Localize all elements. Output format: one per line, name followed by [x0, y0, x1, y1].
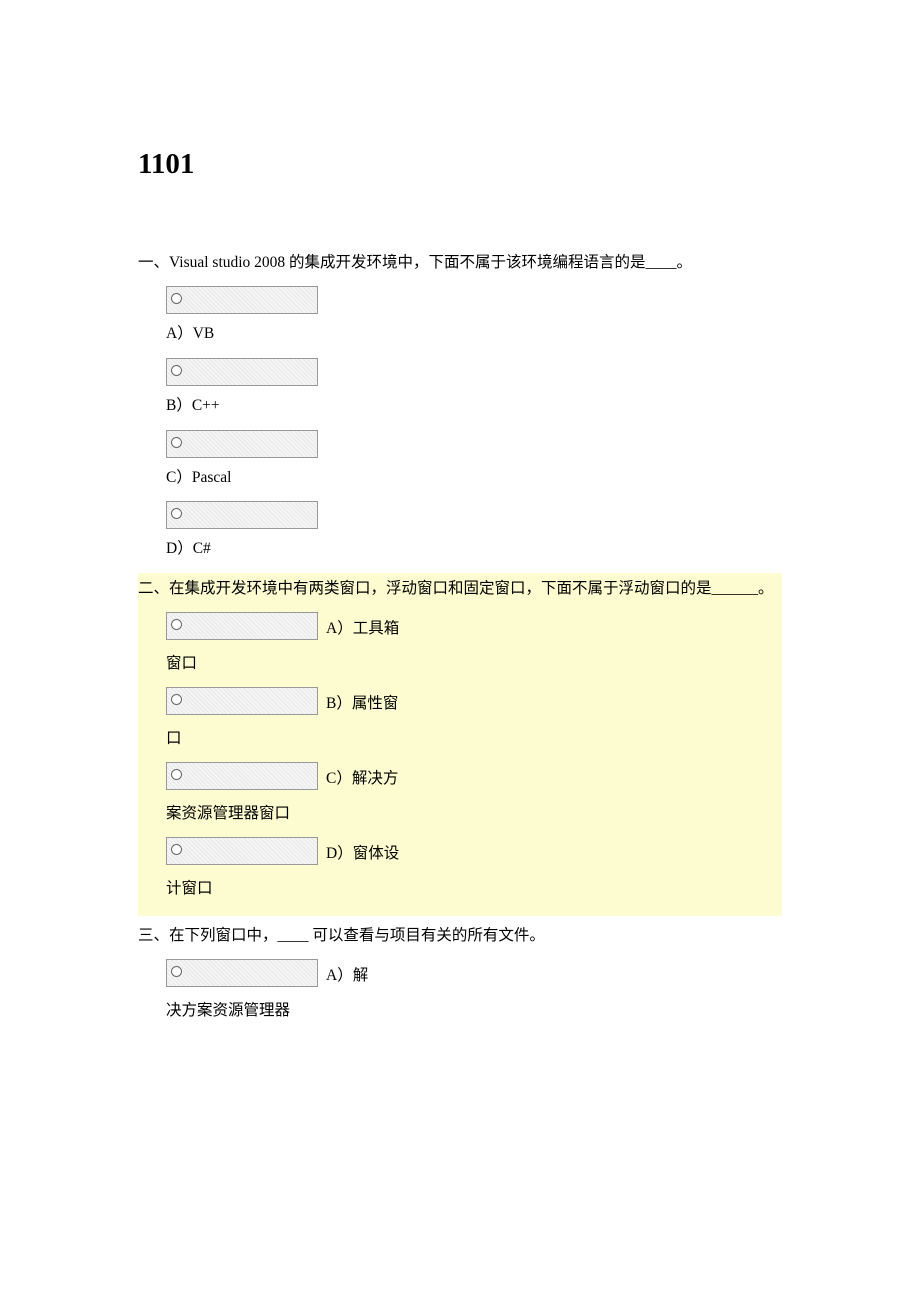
option-2d-prefix: D）窗体设: [326, 845, 399, 862]
option-2c-wrap: 案资源管理器窗口: [166, 798, 416, 829]
option-3a: A）解 决方案资源管理器: [166, 959, 386, 1026]
question-3-options: A）解 决方案资源管理器: [138, 959, 782, 1026]
option-2c: C）解决方 案资源管理器窗口: [166, 762, 416, 829]
radio-1a[interactable]: [166, 286, 318, 314]
option-1c-label: C）Pascal: [166, 464, 782, 492]
option-1c: C）Pascal: [166, 430, 782, 492]
option-2a-wrap: 窗口: [166, 648, 416, 679]
radio-dot-icon: [171, 508, 182, 519]
option-2b: B）属性窗 口: [166, 687, 416, 754]
radio-dot-icon: [171, 844, 182, 855]
question-3-text: 三、在下列窗口中，____ 可以查看与项目有关的所有文件。: [138, 924, 782, 949]
option-2c-prefix: C）解决方: [326, 770, 398, 787]
radio-2c[interactable]: [166, 762, 318, 790]
radio-1c[interactable]: [166, 430, 318, 458]
radio-dot-icon: [171, 437, 182, 448]
radio-2b[interactable]: [166, 687, 318, 715]
option-2d-wrap: 计窗口: [166, 873, 416, 904]
option-1d-label: D）C#: [166, 535, 782, 563]
radio-dot-icon: [171, 966, 182, 977]
radio-dot-icon: [171, 293, 182, 304]
radio-2d[interactable]: [166, 837, 318, 865]
page-title: 1101: [138, 148, 782, 181]
radio-2a[interactable]: [166, 612, 318, 640]
option-1a-label: A）VB: [166, 320, 782, 348]
radio-1d[interactable]: [166, 501, 318, 529]
question-1-options: A）VB B）C++ C）Pascal D）C#: [138, 286, 782, 564]
option-1d: D）C#: [166, 501, 782, 563]
option-3a-prefix: A）解: [326, 967, 368, 984]
radio-3a[interactable]: [166, 959, 318, 987]
radio-1b[interactable]: [166, 358, 318, 386]
radio-dot-icon: [171, 619, 182, 630]
question-2: 二、在集成开发环境中有两类窗口，浮动窗口和固定窗口，下面不属于浮动窗口的是___…: [138, 573, 782, 916]
option-1b: B）C++: [166, 358, 782, 420]
option-2a-prefix: A）工具箱: [326, 620, 399, 637]
question-2-text: 二、在集成开发环境中有两类窗口，浮动窗口和固定窗口，下面不属于浮动窗口的是___…: [138, 577, 782, 602]
option-2b-wrap: 口: [166, 723, 416, 754]
page-container: 1101 一、Visual studio 2008 的集成开发环境中，下面不属于…: [0, 0, 920, 1084]
radio-dot-icon: [171, 769, 182, 780]
radio-dot-icon: [171, 365, 182, 376]
option-2d: D）窗体设 计窗口: [166, 837, 416, 904]
radio-dot-icon: [171, 694, 182, 705]
question-3: 三、在下列窗口中，____ 可以查看与项目有关的所有文件。 A）解 决方案资源管…: [138, 924, 782, 1026]
option-2a: A）工具箱 窗口: [166, 612, 416, 679]
question-1-text: 一、Visual studio 2008 的集成开发环境中，下面不属于该环境编程…: [138, 251, 782, 276]
question-1: 一、Visual studio 2008 的集成开发环境中，下面不属于该环境编程…: [138, 251, 782, 563]
option-1a: A）VB: [166, 286, 782, 348]
question-2-options: A）工具箱 窗口 B）属性窗 口 C）解决方 案资源管理器窗口 D）窗体设 计窗…: [138, 612, 782, 904]
option-3a-wrap: 决方案资源管理器: [166, 995, 386, 1026]
option-2b-prefix: B）属性窗: [326, 695, 398, 712]
option-1b-label: B）C++: [166, 392, 782, 420]
